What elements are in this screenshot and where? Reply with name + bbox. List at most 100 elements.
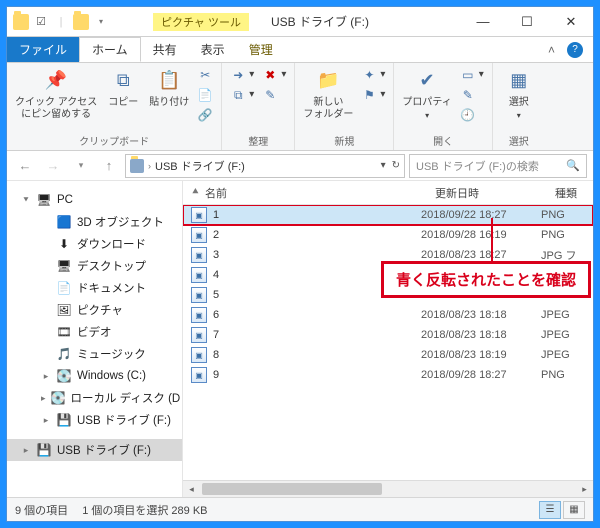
expand-icon[interactable]: ▸ bbox=[41, 415, 51, 426]
tree-item-label: USB ドライブ (F:) bbox=[77, 412, 171, 428]
scroll-left-icon[interactable]: ◂ bbox=[183, 481, 200, 498]
file-type: PNG bbox=[541, 229, 593, 241]
copyto-button[interactable]: ⧉▾ bbox=[230, 87, 254, 103]
tab-share[interactable]: 共有 bbox=[141, 37, 189, 62]
file-date: 2018/08/23 18:19 bbox=[421, 349, 541, 361]
tree-item[interactable]: ▸💽ローカル ディスク (D bbox=[7, 387, 182, 409]
nav-back-button[interactable]: ← bbox=[13, 154, 37, 178]
nav-forward-button[interactable]: → bbox=[41, 154, 65, 178]
tab-home[interactable]: ホーム bbox=[79, 37, 141, 62]
ribbon-collapse-icon[interactable]: ˄ bbox=[548, 43, 555, 57]
column-headers: ⯅ 名前 更新日時 種類 bbox=[183, 181, 593, 205]
refresh-icon[interactable]: ↻ bbox=[392, 160, 400, 171]
scroll-right-icon[interactable]: ▸ bbox=[576, 481, 593, 498]
nav-recent-button[interactable]: ▾ bbox=[69, 154, 93, 178]
status-item-count: 9 個の項目 bbox=[15, 502, 68, 518]
delete-icon: ✖ bbox=[262, 67, 278, 83]
copypath-button[interactable]: 📄 bbox=[197, 87, 213, 103]
expand-icon[interactable]: ⯅ bbox=[191, 186, 201, 199]
file-list: ⯅ 名前 更新日時 種類 ▣12018/09/22 18:27PNG▣22018… bbox=[183, 181, 593, 497]
tab-view[interactable]: 表示 bbox=[189, 37, 237, 62]
expand-icon[interactable]: ▸ bbox=[21, 445, 31, 456]
qat-dropdown-icon[interactable]: ▾ bbox=[93, 14, 109, 30]
minimize-button[interactable]: — bbox=[461, 7, 505, 36]
file-type: JPEG bbox=[541, 309, 593, 321]
tab-manage[interactable]: 管理 bbox=[237, 37, 285, 62]
col-date-header[interactable]: 更新日時 bbox=[435, 185, 555, 201]
pin-icon: 📌 bbox=[42, 67, 70, 95]
status-selection: 1 個の項目を選択 289 KB bbox=[82, 502, 207, 518]
tree-usb-drive-root[interactable]: ▸ 💾 USB ドライブ (F:) bbox=[7, 439, 182, 461]
file-name: 1 bbox=[213, 209, 421, 221]
properties-button[interactable]: ✔ プロパティ ▾ bbox=[402, 67, 451, 121]
file-date: 2018/08/23 18:18 bbox=[421, 309, 541, 321]
cut-button[interactable]: ✂ bbox=[197, 67, 213, 83]
file-row[interactable]: ▣82018/08/23 18:19JPEG bbox=[183, 345, 593, 365]
qat-checkbox-icon[interactable]: ☑ bbox=[33, 14, 49, 30]
horizontal-scrollbar[interactable]: ◂ ▸ bbox=[183, 480, 593, 497]
tree-item-label: ピクチャ bbox=[77, 302, 123, 318]
file-name: 8 bbox=[213, 349, 421, 361]
pasteshortcut-button[interactable]: 🔗 bbox=[197, 107, 213, 123]
tree-item-icon: 🖥 bbox=[56, 258, 72, 274]
scroll-thumb[interactable] bbox=[202, 483, 382, 495]
close-button[interactable]: ✕ bbox=[549, 7, 593, 36]
file-list-body[interactable]: ▣12018/09/22 18:27PNG▣22018/09/28 16:19P… bbox=[183, 205, 593, 480]
tree-item[interactable]: 🖼ピクチャ bbox=[7, 299, 182, 321]
tree-item[interactable]: 📄ドキュメント bbox=[7, 277, 182, 299]
view-details-button[interactable]: ☰ bbox=[539, 501, 561, 519]
paste-button[interactable]: 📋 貼り付け bbox=[149, 67, 189, 109]
copy-icon: ⧉ bbox=[109, 67, 137, 95]
tree-item-label: デスクトップ bbox=[77, 258, 146, 274]
newitem-button[interactable]: ✦▾ bbox=[361, 67, 385, 83]
search-icon: 🔍 bbox=[566, 159, 580, 172]
help-icon[interactable]: ? bbox=[567, 42, 583, 58]
newitem-icon: ✦ bbox=[361, 67, 377, 83]
edit-icon: ✎ bbox=[460, 87, 476, 103]
edit-button[interactable]: ✎ bbox=[460, 87, 484, 103]
pin-to-quick-access-button[interactable]: 📌 クイック アクセス にピン留めする bbox=[15, 67, 97, 121]
qat-newfolder-icon[interactable] bbox=[73, 14, 89, 30]
nav-up-button[interactable]: ↑ bbox=[97, 154, 121, 178]
file-row[interactable]: ▣62018/08/23 18:18JPEG bbox=[183, 305, 593, 325]
view-thumbnails-button[interactable]: ▦ bbox=[563, 501, 585, 519]
tab-file[interactable]: ファイル bbox=[7, 37, 79, 62]
navigation-tree[interactable]: ⯆ 🖥 PC 🟦3D オブジェクト⬇ダウンロード 🖥 デスクトップ 📄ドキュメント🖼ピ… bbox=[7, 181, 183, 497]
address-field[interactable]: › USB ドライブ (F:) ▾ ↻ bbox=[125, 154, 405, 178]
expand-icon[interactable]: ⯆ bbox=[21, 195, 31, 206]
copy-button[interactable]: ⧉ コピー bbox=[105, 67, 141, 109]
maximize-button[interactable]: ☐ bbox=[505, 7, 549, 36]
tree-item[interactable]: 🖥 デスクトップ bbox=[7, 255, 182, 277]
file-row[interactable]: ▣22018/09/28 16:19PNG bbox=[183, 225, 593, 245]
tree-item-label: ビデオ bbox=[77, 324, 112, 340]
easyaccess-icon: ⚑ bbox=[361, 87, 377, 103]
file-row[interactable]: ▣72018/08/23 18:18JPEG bbox=[183, 325, 593, 345]
file-row[interactable]: ▣12018/09/22 18:27PNG bbox=[183, 205, 593, 225]
window-title: USB ドライブ (F:) bbox=[259, 7, 461, 36]
delete-button[interactable]: ✖▾ bbox=[262, 67, 286, 83]
file-name: 9 bbox=[213, 369, 421, 381]
tree-item[interactable]: 🟦3D オブジェクト bbox=[7, 211, 182, 233]
address-dropdown-icon[interactable]: ▾ bbox=[381, 160, 386, 171]
file-row[interactable]: ▣92018/09/28 18:27PNG bbox=[183, 365, 593, 385]
titlebar: ☑ | ▾ ピクチャ ツール USB ドライブ (F:) — ☐ ✕ bbox=[7, 7, 593, 37]
open-button[interactable]: ▭▾ bbox=[460, 67, 484, 83]
tree-item[interactable]: ▸💾USB ドライブ (F:) bbox=[7, 409, 182, 431]
rename-button[interactable]: ✎ bbox=[262, 87, 286, 103]
history-button[interactable]: 🕘 bbox=[460, 107, 484, 123]
file-name: 6 bbox=[213, 309, 421, 321]
expand-icon[interactable]: ▸ bbox=[41, 371, 51, 382]
moveto-button[interactable]: ➜▾ bbox=[230, 67, 254, 83]
col-type-header[interactable]: 種類 bbox=[555, 185, 593, 201]
tree-pc[interactable]: ⯆ 🖥 PC bbox=[7, 189, 182, 211]
col-name-header[interactable]: 名前 bbox=[205, 185, 435, 201]
tree-item[interactable]: 🎞ビデオ bbox=[7, 321, 182, 343]
search-field[interactable]: USB ドライブ (F:)の検索 🔍 bbox=[409, 154, 587, 178]
expand-icon[interactable]: ▸ bbox=[41, 393, 46, 404]
select-button[interactable]: ▦ 選択 ▾ bbox=[501, 67, 537, 121]
tree-item[interactable]: 🎵ミュージック bbox=[7, 343, 182, 365]
tree-item[interactable]: ⬇ダウンロード bbox=[7, 233, 182, 255]
new-folder-button[interactable]: 📁 新しい フォルダー bbox=[303, 67, 353, 121]
easyaccess-button[interactable]: ⚑▾ bbox=[361, 87, 385, 103]
tree-item[interactable]: ▸💽Windows (C:) bbox=[7, 365, 182, 387]
